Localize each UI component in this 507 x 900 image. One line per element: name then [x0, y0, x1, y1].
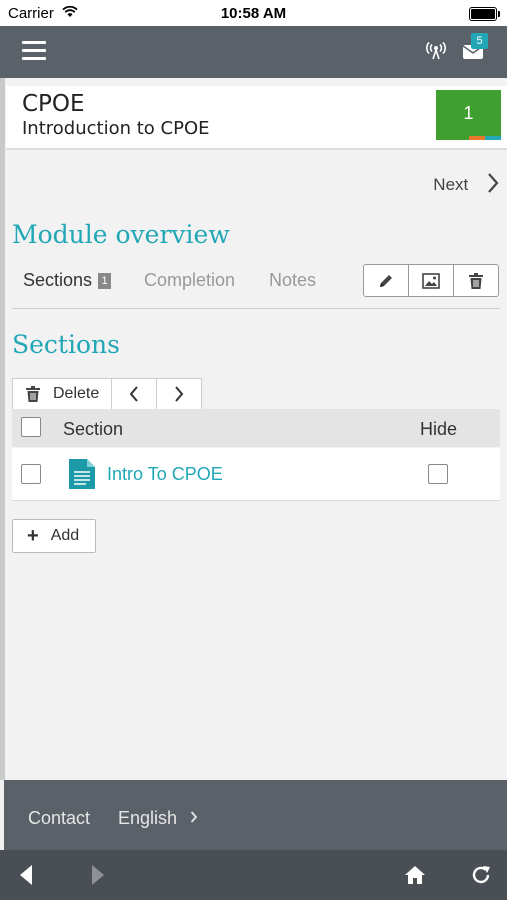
column-section: Section	[63, 419, 124, 439]
hide-checkbox[interactable]	[428, 464, 448, 484]
contact-link[interactable]: Contact	[28, 808, 90, 829]
delete-button[interactable]: Delete	[13, 379, 113, 409]
battery-icon	[469, 7, 500, 21]
progress-stripe	[436, 136, 501, 140]
trash-icon	[469, 272, 483, 289]
reload-icon[interactable]	[470, 864, 492, 886]
image-icon	[422, 272, 440, 289]
notification-badge: 5	[471, 33, 488, 49]
status-bar: Carrier 10:58 AM	[0, 0, 507, 26]
course-header: CPOE Introduction to CPOE 1	[6, 86, 507, 150]
module-title: Module overview	[12, 220, 230, 249]
browser-nav-bar	[0, 850, 507, 900]
drawer-edge	[0, 78, 5, 780]
language-selector[interactable]: English	[118, 808, 198, 829]
row-select-checkbox[interactable]	[21, 464, 41, 484]
chevron-left-icon	[129, 386, 139, 402]
image-button[interactable]	[409, 265, 454, 296]
back-arrow-icon[interactable]	[18, 864, 34, 886]
course-progress-value: 1	[463, 103, 474, 123]
move-right-button[interactable]	[157, 379, 201, 409]
course-shortname: CPOE	[22, 91, 85, 117]
forward-arrow-icon[interactable]	[90, 864, 106, 886]
delete-module-button[interactable]	[454, 265, 498, 296]
broadcast-icon[interactable]	[426, 42, 446, 60]
next-button[interactable]: Next	[433, 172, 499, 195]
sections-toolbar: Delete	[12, 378, 203, 410]
section-link[interactable]: Intro To CPOE	[107, 464, 223, 485]
chevron-right-icon	[175, 386, 184, 402]
clock: 10:58 AM	[220, 5, 287, 22]
sections-table-header: Section Hide	[12, 409, 500, 447]
delete-label: Delete	[53, 385, 100, 402]
add-label: Add	[50, 527, 80, 544]
tab-sections[interactable]: Sections 1	[23, 270, 112, 291]
select-all-checkbox[interactable]	[21, 417, 41, 437]
app-topbar: 5	[0, 26, 507, 78]
next-label: Next	[433, 175, 469, 194]
document-icon	[69, 459, 95, 489]
table-row: Intro To CPOE	[12, 448, 500, 501]
edit-button[interactable]	[364, 265, 409, 296]
pencil-icon	[380, 274, 392, 287]
trash-icon	[26, 386, 40, 402]
page-footer: Contact English	[4, 780, 507, 850]
language-label: English	[118, 808, 178, 828]
sections-title: Sections	[12, 330, 120, 359]
tab-notes[interactable]: Notes	[269, 270, 316, 291]
menu-icon[interactable]	[22, 41, 46, 61]
column-hide: Hide	[420, 419, 458, 439]
tab-completion[interactable]: Completion	[144, 270, 235, 291]
home-icon[interactable]	[404, 865, 426, 885]
module-tools	[363, 264, 499, 297]
course-progress-tile[interactable]: 1	[436, 90, 501, 140]
tab-sections-label: Sections	[23, 270, 93, 290]
course-fullname: Introduction to CPOE	[22, 118, 210, 139]
chevron-right-icon	[488, 173, 499, 193]
chevron-right-icon	[190, 811, 198, 823]
sections-count-badge: 1	[98, 273, 112, 289]
plus-icon: +	[27, 525, 39, 547]
move-left-button[interactable]	[112, 379, 158, 409]
module-tabs: Sections 1 Completion Notes	[12, 264, 500, 309]
add-section-button[interactable]: + Add	[12, 519, 96, 553]
